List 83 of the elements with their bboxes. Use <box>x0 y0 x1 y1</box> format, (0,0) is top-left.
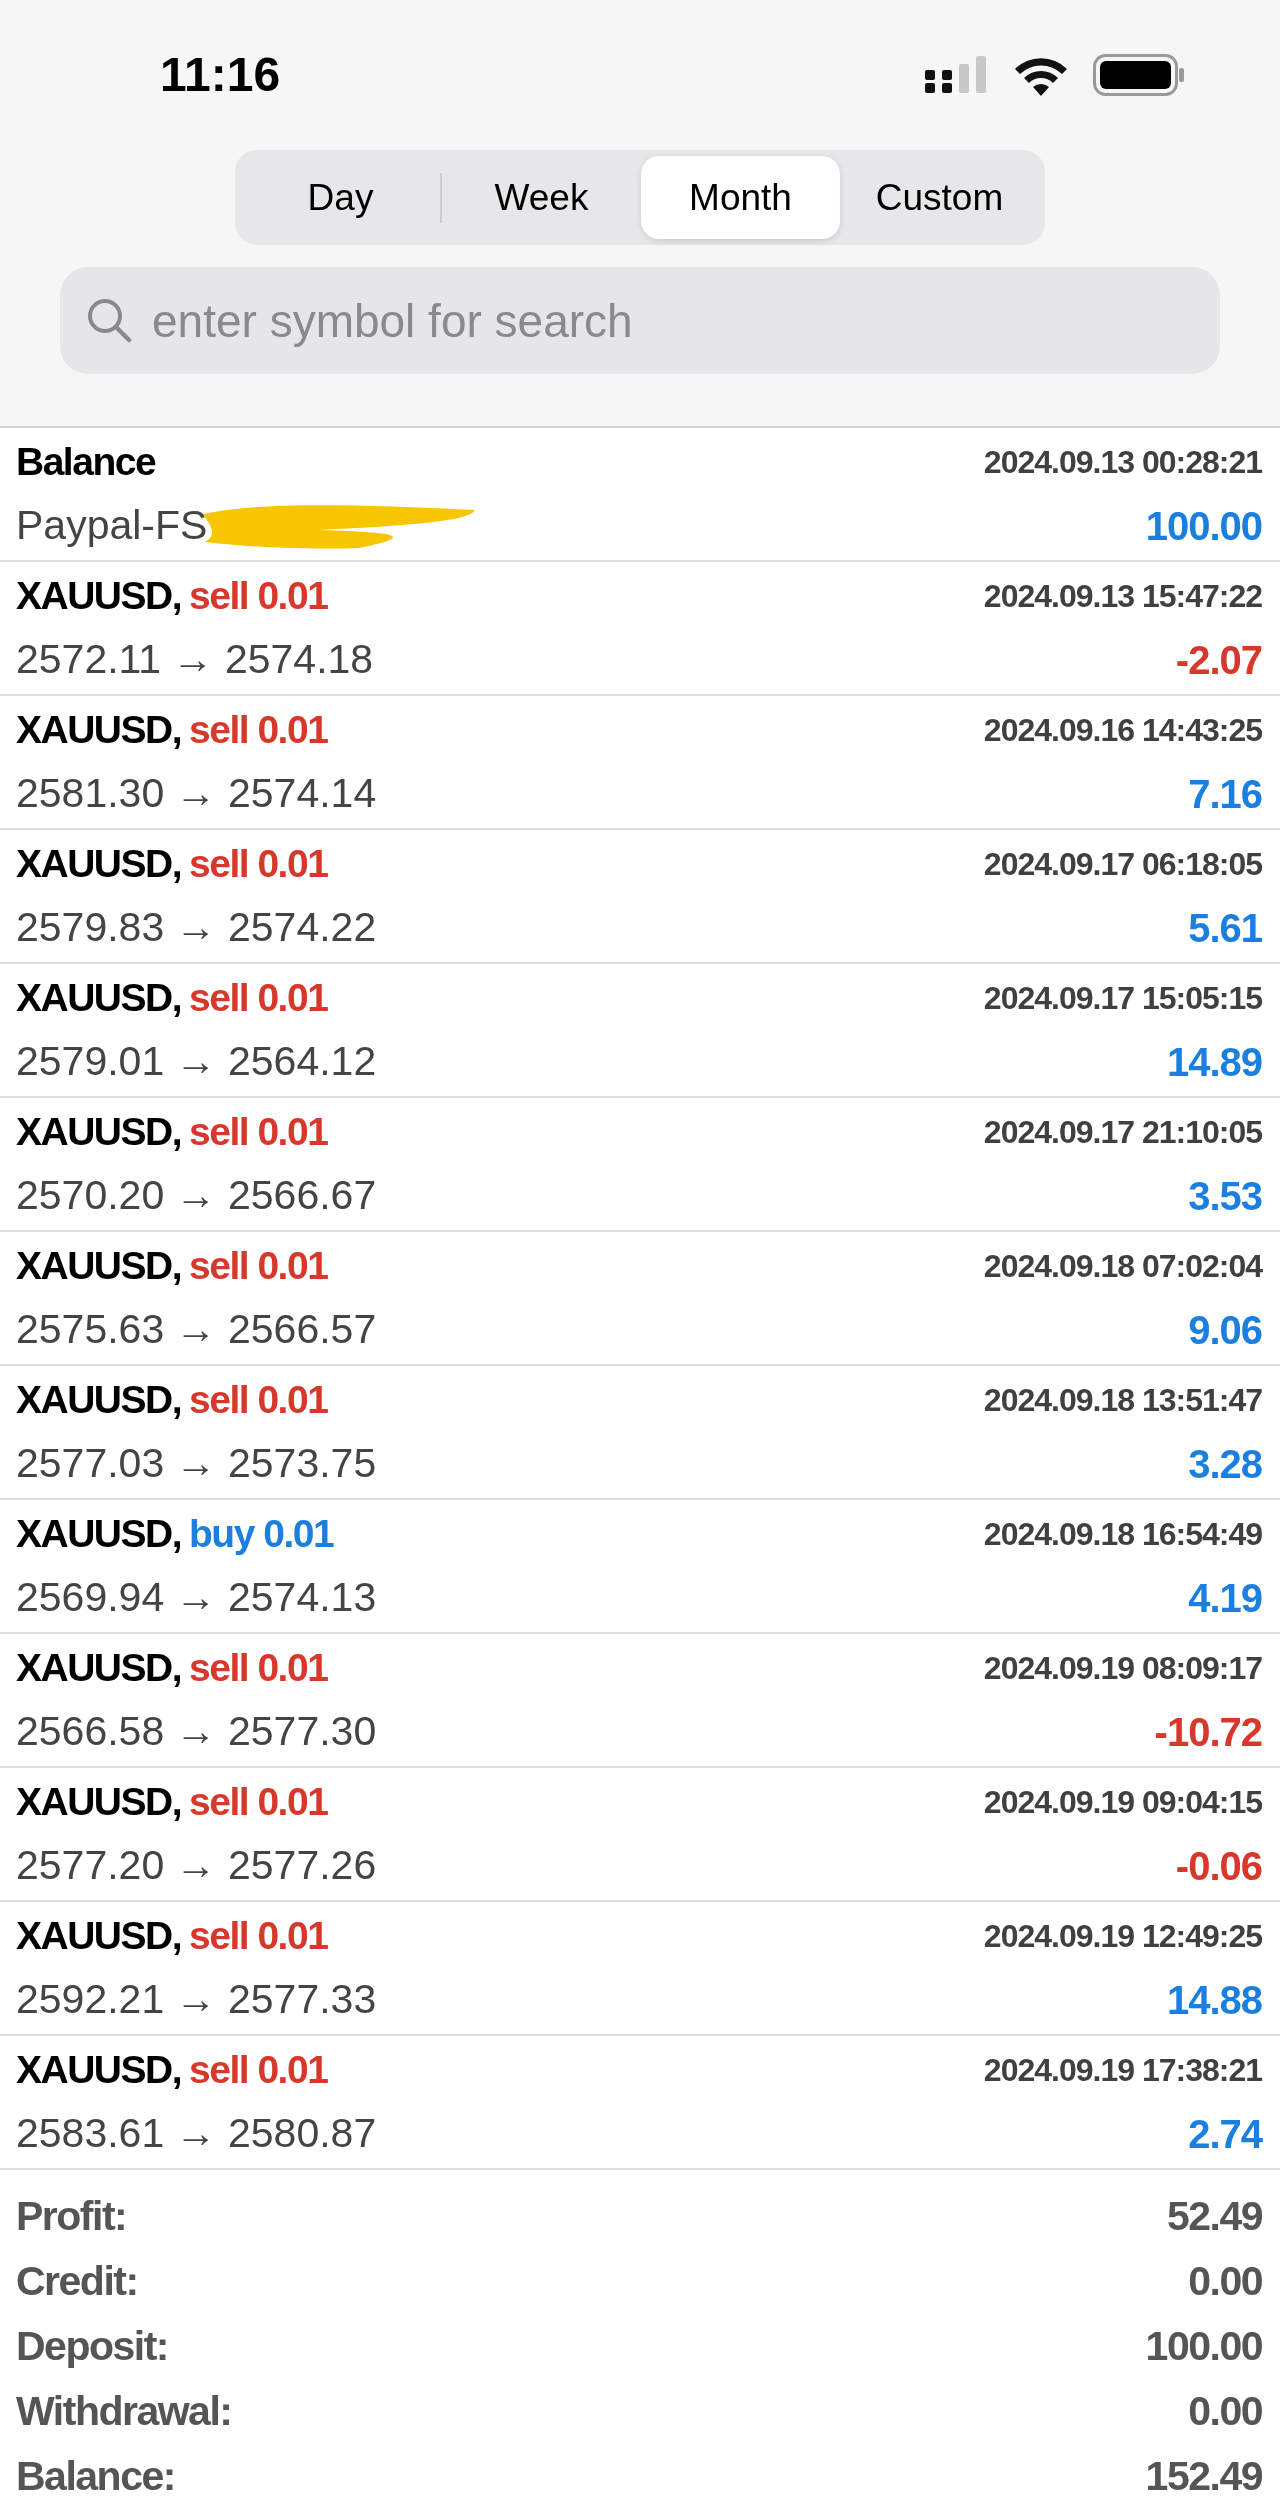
period-tab[interactable]: Day <box>241 156 440 239</box>
summary-label: Profit: <box>16 2191 127 2241</box>
trade-order: sell 0.01 <box>189 2046 328 2093</box>
trade-time: 2024.09.18 16:54:49 <box>983 1515 1262 1554</box>
trade-prices: 2569.94 → 2574.13 <box>16 1573 377 1623</box>
trade-profit: -10.72 <box>1154 1709 1262 1756</box>
summary-value: 100.00 <box>1145 2321 1262 2371</box>
trade-symbol: XAUUSD, <box>16 1778 182 1825</box>
summary-label: Balance: <box>16 2451 175 2501</box>
trade-time: 2024.09.17 21:10:05 <box>983 1113 1262 1152</box>
trade-profit: -2.07 <box>1175 637 1262 684</box>
trade-symbol: XAUUSD, <box>16 974 182 1021</box>
trade-prices: 2583.61 → 2580.87 <box>16 2109 377 2159</box>
summary-label: Credit: <box>16 2256 138 2306</box>
search-field[interactable]: enter symbol for search <box>60 267 1220 374</box>
clock-time: 11:16 <box>160 47 281 103</box>
trade-prices: 2577.03 → 2573.75 <box>16 1439 377 1489</box>
trade-prices: 2572.11 → 2574.18 <box>16 635 374 685</box>
trade-prices: 2570.20 → 2566.67 <box>16 1171 377 1221</box>
summary-label: Deposit: <box>16 2321 168 2371</box>
trade-prices: 2579.83 → 2574.22 <box>16 903 377 953</box>
period-tab[interactable]: Month <box>641 156 840 239</box>
trade-prices: 2577.20 → 2577.26 <box>16 1841 377 1891</box>
trade-order: sell 0.01 <box>189 1778 328 1825</box>
trade-symbol: XAUUSD, <box>16 1242 182 1289</box>
trade-time: 2024.09.18 13:51:47 <box>983 1381 1262 1420</box>
trade-prices: 2566.58 → 2577.30 <box>16 1707 377 1757</box>
trade-order: sell 0.01 <box>189 1644 328 1691</box>
trade-profit: 3.53 <box>1188 1173 1262 1220</box>
entry-title: Balance <box>16 438 156 485</box>
trade-symbol: XAUUSD, <box>16 1376 182 1423</box>
trade-prices: 2579.01 → 2564.12 <box>16 1037 377 1087</box>
trade-profit: -0.06 <box>1175 1843 1262 1890</box>
trade-order: sell 0.01 <box>189 572 328 619</box>
trade-symbol: XAUUSD, <box>16 2046 182 2093</box>
trade-profit: 9.06 <box>1188 1307 1262 1354</box>
signal-icon <box>925 56 989 94</box>
battery-icon <box>1093 54 1185 96</box>
trade-order: sell 0.01 <box>189 1242 328 1289</box>
trade-symbol: XAUUSD, <box>16 1644 182 1691</box>
trade-time: 2024.09.19 12:49:25 <box>983 1917 1262 1956</box>
trade-prices: 2581.30 → 2574.14 <box>16 769 377 819</box>
trade-time: 2024.09.19 08:09:17 <box>983 1649 1262 1688</box>
trade-prices: 2592.21 → 2577.33 <box>16 1975 377 2025</box>
trade-order: sell 0.01 <box>189 1108 328 1155</box>
entry-time: 2024.09.13 00:28:21 <box>983 443 1262 482</box>
period-tab[interactable]: Week <box>442 156 641 239</box>
entry-amount: 100.00 <box>1145 503 1262 550</box>
summary-value: 152.49 <box>1145 2451 1262 2501</box>
summary-label: Withdrawal: <box>16 2386 232 2436</box>
trade-profit: 4.19 <box>1188 1575 1262 1622</box>
trade-symbol: XAUUSD, <box>16 1108 182 1155</box>
trade-profit: 14.88 <box>1166 1977 1262 2024</box>
trade-profit: 14.89 <box>1166 1039 1262 1086</box>
trade-symbol: XAUUSD, <box>16 1510 182 1557</box>
trade-profit: 3.28 <box>1188 1441 1262 1488</box>
trade-order: sell 0.01 <box>189 706 328 753</box>
trade-prices: 2575.63 → 2566.57 <box>16 1305 377 1355</box>
trade-time: 2024.09.18 07:02:04 <box>983 1247 1262 1286</box>
trade-profit: 2.74 <box>1188 2111 1262 2158</box>
trade-symbol: XAUUSD, <box>16 1912 182 1959</box>
trade-order: sell 0.01 <box>189 974 328 1021</box>
trade-profit: 7.16 <box>1188 771 1262 818</box>
trade-symbol: XAUUSD, <box>16 840 182 887</box>
period-tab[interactable]: Custom <box>840 156 1039 239</box>
trade-time: 2024.09.13 15:47:22 <box>983 577 1262 616</box>
trade-time: 2024.09.17 15:05:15 <box>983 979 1262 1018</box>
trade-profit: 5.61 <box>1188 905 1262 952</box>
trade-time: 2024.09.16 14:43:25 <box>983 711 1262 750</box>
trade-symbol: XAUUSD, <box>16 706 182 753</box>
trade-time: 2024.09.19 09:04:15 <box>983 1783 1262 1822</box>
trade-order: sell 0.01 <box>189 840 328 887</box>
trade-time: 2024.09.17 06:18:05 <box>983 845 1262 884</box>
summary-value: 0.00 <box>1188 2256 1262 2306</box>
summary-value: 0.00 <box>1188 2386 1262 2436</box>
trade-order: sell 0.01 <box>189 1912 328 1959</box>
trade-symbol: XAUUSD, <box>16 572 182 619</box>
summary-value: 52.49 <box>1166 2191 1262 2241</box>
trade-time: 2024.09.19 17:38:21 <box>983 2051 1262 2090</box>
entry-comment: Paypal-FS <box>16 501 208 551</box>
trade-order: sell 0.01 <box>189 1376 328 1423</box>
trade-order: buy 0.01 <box>189 1510 334 1557</box>
search-icon <box>86 297 132 343</box>
